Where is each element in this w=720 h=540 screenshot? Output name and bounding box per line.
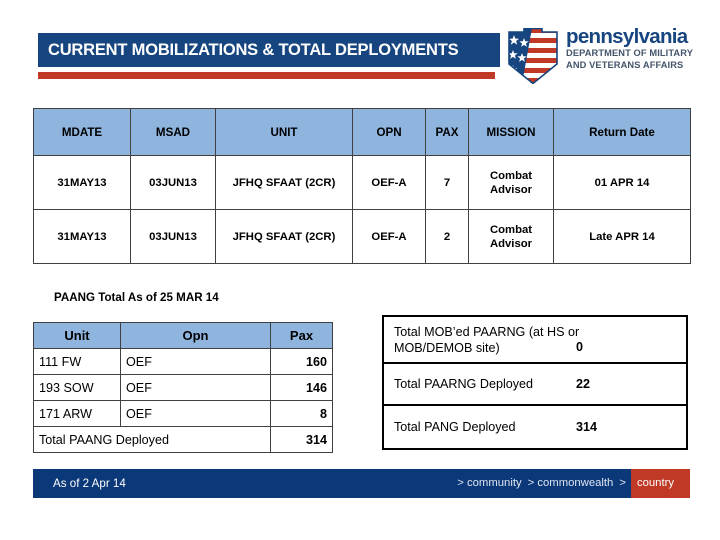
slide-title-band: CURRENT MOBILIZATIONS & TOTAL DEPLOYMENT… bbox=[38, 33, 500, 67]
table-header-row: MDATE MSAD UNIT OPN PAX MISSION Return D… bbox=[33, 108, 691, 156]
cell-mdate: 31MAY13 bbox=[33, 155, 131, 210]
cell-paang-opn: OEF bbox=[120, 400, 271, 427]
paang-total-label: Total PAANG Deployed bbox=[33, 426, 271, 453]
cell-opn: OEF-A bbox=[352, 155, 426, 210]
cell-mission: Combat Advisor bbox=[468, 209, 554, 264]
footer-as-of-date: As of 2 Apr 14 bbox=[53, 477, 126, 490]
footer-bar: As of 2 Apr 14 > community > commonwealt… bbox=[33, 469, 690, 498]
table-row: 31MAY13 03JUN13 JFHQ SFAAT (2CR) OEF-A 7… bbox=[33, 155, 691, 210]
mobilizations-table: MDATE MSAD UNIT OPN PAX MISSION Return D… bbox=[33, 108, 691, 264]
cell-mdate: 31MAY13 bbox=[33, 209, 131, 264]
totals-row-mobed-paarng: Total MOB’ed PAARNG (at HS or MOB/DEMOB … bbox=[384, 317, 686, 364]
cell-unit: JFHQ SFAAT (2CR) bbox=[215, 209, 353, 264]
title-underline-rule bbox=[38, 72, 495, 79]
cell-paang-unit: 193 SOW bbox=[33, 374, 121, 401]
totals-label: Total MOB’ed PAARNG (at HS or MOB/DEMOB … bbox=[394, 325, 580, 355]
breadcrumb-item-commonwealth[interactable]: > commonwealth bbox=[525, 469, 617, 498]
column-header-unit: UNIT bbox=[215, 108, 353, 156]
paang-header-row: Unit Opn Pax bbox=[33, 322, 333, 349]
logo-subtitle-line-2: AND VETERANS AFFAIRS bbox=[566, 59, 684, 70]
list-item: 111 FW OEF 160 bbox=[33, 348, 333, 375]
breadcrumb-separator: > bbox=[619, 477, 626, 489]
cell-paang-pax: 8 bbox=[270, 400, 333, 427]
cell-paang-opn: OEF bbox=[120, 374, 271, 401]
table-row: 31MAY13 03JUN13 JFHQ SFAAT (2CR) OEF-A 2… bbox=[33, 209, 691, 264]
list-item: 171 ARW OEF 8 bbox=[33, 400, 333, 427]
breadcrumb-item-community[interactable]: > community bbox=[454, 469, 524, 498]
breadcrumb-item-country[interactable]: country bbox=[630, 469, 690, 498]
cell-paang-unit: 171 ARW bbox=[33, 400, 121, 427]
column-header-return-date: Return Date bbox=[553, 108, 691, 156]
cell-paang-pax: 146 bbox=[270, 374, 333, 401]
totals-label: Total PAARNG Deployed bbox=[394, 377, 534, 391]
column-header-msad: MSAD bbox=[130, 108, 216, 156]
cell-msad: 03JUN13 bbox=[130, 209, 216, 264]
totals-row-pang-deployed: Total PANG Deployed 314 bbox=[384, 406, 686, 448]
cell-msad: 03JUN13 bbox=[130, 155, 216, 210]
totals-value: 314 bbox=[576, 420, 598, 434]
column-header-opn: OPN bbox=[352, 108, 426, 156]
totals-label: Total PANG Deployed bbox=[394, 420, 516, 434]
column-header-paang-unit: Unit bbox=[33, 322, 121, 349]
totals-summary-box: Total MOB’ed PAARNG (at HS or MOB/DEMOB … bbox=[382, 315, 688, 450]
column-header-paang-opn: Opn bbox=[120, 322, 271, 349]
cell-paang-pax: 160 bbox=[270, 348, 333, 375]
column-header-pax: PAX bbox=[425, 108, 469, 156]
totals-row-paarng-deployed: Total PAARNG Deployed 22 bbox=[384, 364, 686, 406]
pennsylvania-keystone-flag-icon bbox=[508, 28, 558, 84]
cell-paang-unit: 111 FW bbox=[33, 348, 121, 375]
cell-paang-opn: OEF bbox=[120, 348, 271, 375]
cell-unit: JFHQ SFAAT (2CR) bbox=[215, 155, 353, 210]
cell-return-date: Late APR 14 bbox=[553, 209, 691, 264]
cell-pax: 2 bbox=[425, 209, 469, 264]
totals-value: 0 bbox=[576, 340, 584, 354]
logo-subtitle-line-1: DEPARTMENT OF MILITARY bbox=[566, 48, 694, 58]
cell-return-date: 01 APR 14 bbox=[553, 155, 691, 210]
totals-value: 22 bbox=[576, 377, 591, 391]
logo-wordmark: pennsylvania bbox=[566, 25, 688, 48]
paang-total-caption: PAANG Total As of 25 MAR 14 bbox=[54, 291, 219, 304]
column-header-paang-pax: Pax bbox=[270, 322, 333, 349]
column-header-mdate: MDATE bbox=[33, 108, 131, 156]
list-item: 193 SOW OEF 146 bbox=[33, 374, 333, 401]
paang-total-row: Total PAANG Deployed 314 bbox=[33, 426, 333, 453]
breadcrumb: > community > commonwealth > country bbox=[454, 469, 690, 498]
pennsylvania-dmva-logo: pennsylvania DEPARTMENT OF MILITARY AND … bbox=[506, 26, 696, 86]
cell-pax: 7 bbox=[425, 155, 469, 210]
column-header-mission: MISSION bbox=[468, 108, 554, 156]
paang-summary-table: Unit Opn Pax 111 FW OEF 160 193 SOW OEF … bbox=[33, 322, 333, 453]
page-title: CURRENT MOBILIZATIONS & TOTAL DEPLOYMENT… bbox=[48, 41, 459, 59]
cell-opn: OEF-A bbox=[352, 209, 426, 264]
paang-total-value: 314 bbox=[270, 426, 333, 453]
cell-mission: Combat Advisor bbox=[468, 155, 554, 210]
